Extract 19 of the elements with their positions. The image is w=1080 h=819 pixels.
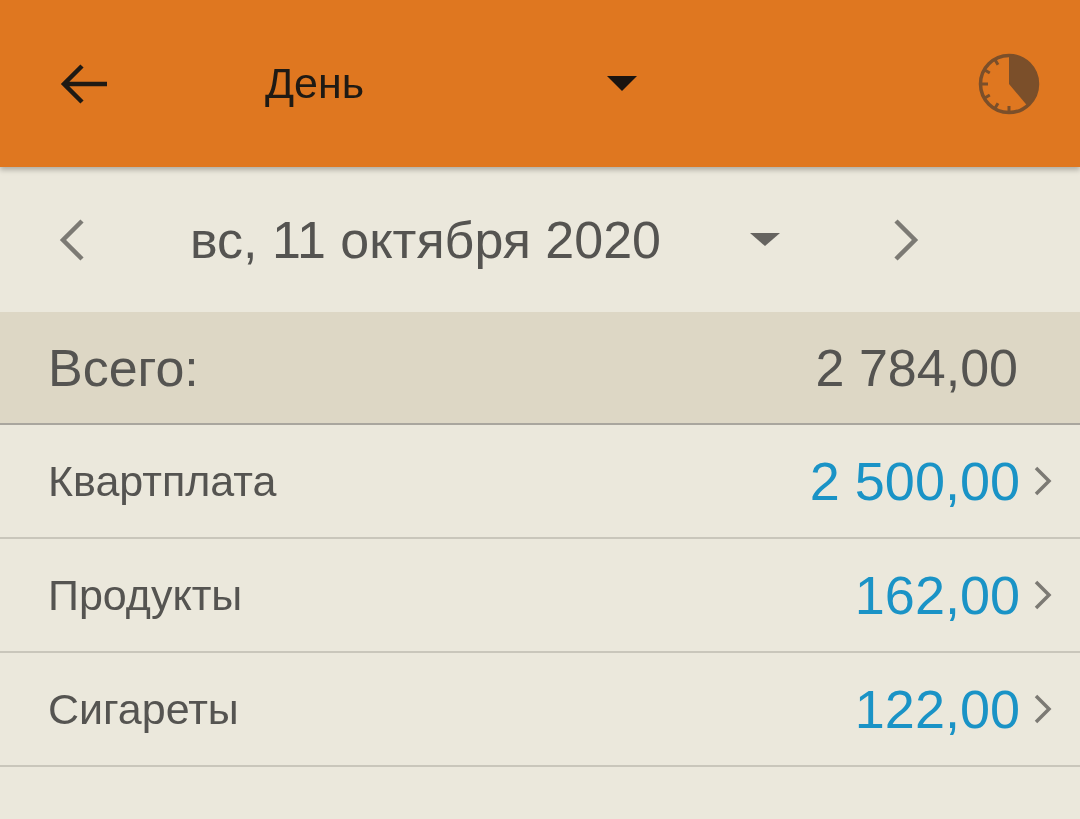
category-amount: 2 500,00 [809, 450, 1020, 512]
category-amount: 162,00 [854, 564, 1020, 626]
date-dropdown[interactable]: вс, 11 октября 2020 [190, 199, 780, 280]
period-dropdown[interactable]: День [265, 48, 637, 119]
category-name: Продукты [48, 570, 243, 620]
chevron-right-icon [893, 218, 919, 261]
category-name: Сигареты [48, 684, 239, 734]
caret-down-icon [607, 76, 637, 91]
category-amount: 122,00 [854, 678, 1020, 740]
total-label: Всего: [48, 337, 199, 398]
chevron-left-icon [59, 218, 85, 261]
chevron-right-icon [1034, 580, 1052, 610]
clock-icon[interactable] [978, 52, 1040, 115]
category-name: Квартплата [48, 456, 277, 506]
caret-down-icon [750, 233, 780, 246]
chevron-right-icon [1034, 466, 1052, 496]
total-amount: 2 784,00 [815, 337, 1018, 398]
arrow-left-icon [59, 63, 109, 104]
chevron-right-icon [1034, 694, 1052, 724]
